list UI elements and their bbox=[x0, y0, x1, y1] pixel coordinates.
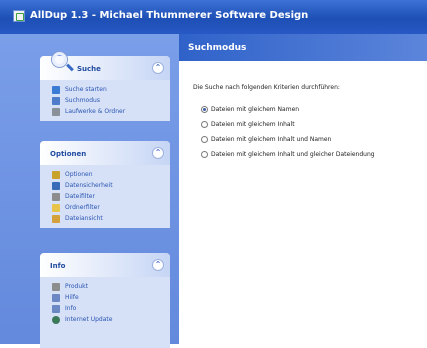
sidebar-item-dateifilter[interactable]: Dateifilter bbox=[52, 191, 170, 202]
sidebar-item-dateiansicht[interactable]: Dateiansicht bbox=[52, 213, 170, 224]
globe-icon bbox=[52, 315, 60, 324]
file-view-icon bbox=[52, 214, 60, 223]
group-header-suche[interactable]: Suche ⌃ bbox=[40, 52, 170, 80]
drive-icon bbox=[52, 107, 60, 116]
radio-icon[interactable] bbox=[201, 151, 208, 158]
group-header-optionen[interactable]: Optionen ⌃ bbox=[40, 141, 170, 165]
sidebar-item-internet-update[interactable]: Internet Update bbox=[52, 314, 170, 325]
radio-icon[interactable] bbox=[201, 106, 208, 113]
sidebar-item-hilfe[interactable]: Hilfe bbox=[52, 292, 170, 303]
security-icon bbox=[52, 181, 60, 190]
magnifier-icon bbox=[52, 52, 67, 67]
sidebar-item-label: Ordnerfilter bbox=[65, 204, 100, 211]
collapse-icon[interactable]: ⌃ bbox=[152, 62, 164, 74]
sidebar-item-laufwerke[interactable]: Laufwerke & Ordner bbox=[52, 106, 170, 117]
app-icon bbox=[13, 10, 25, 22]
sidebar-item-label: Laufwerke & Ordner bbox=[65, 108, 126, 115]
collapse-icon[interactable]: ⌃ bbox=[152, 259, 164, 271]
option-same-content[interactable]: Dateien mit gleichem Inhalt bbox=[201, 121, 295, 128]
intro-text: Die Suche nach folgenden Kriterien durch… bbox=[193, 84, 340, 91]
sidebar-item-label: Dateifilter bbox=[65, 193, 95, 200]
sidebar-item-label: Suchmodus bbox=[65, 97, 100, 104]
sidebar-item-label: Info bbox=[65, 305, 77, 312]
radio-icon[interactable] bbox=[201, 136, 208, 143]
sidebar-item-suche-starten[interactable]: Suche starten bbox=[52, 84, 170, 95]
sidebar: Suche ⌃ Suche starten Suchmodus Laufwerk… bbox=[0, 34, 179, 348]
play-icon bbox=[52, 85, 60, 94]
sidebar-item-label: Dateiansicht bbox=[65, 215, 103, 222]
options-icon bbox=[52, 170, 60, 179]
panel-title: Suchmodus bbox=[179, 34, 427, 61]
option-same-content-extension[interactable]: Dateien mit gleichem Inhalt und gleicher… bbox=[201, 151, 375, 158]
sidebar-item-datensicherheit[interactable]: Datensicherheit bbox=[52, 180, 170, 191]
sidebar-item-label: Datensicherheit bbox=[65, 182, 113, 189]
group-title: Suche bbox=[77, 65, 101, 73]
filter-icon bbox=[52, 192, 60, 201]
main-panel: Suchmodus Die Suche nach folgenden Krite… bbox=[179, 34, 427, 344]
group-suche: Suche ⌃ Suche starten Suchmodus Laufwerk… bbox=[40, 52, 170, 121]
sidebar-item-label: Hilfe bbox=[65, 294, 79, 301]
option-label: Dateien mit gleichem Namen bbox=[211, 106, 300, 113]
group-info: Info ⌃ Produkt Hilfe Info Internet Updat… bbox=[40, 253, 170, 348]
window-title: AllDup 1.3 - Michael Thummerer Software … bbox=[30, 10, 309, 21]
option-same-content-name[interactable]: Dateien mit gleichem Inhalt und Namen bbox=[201, 136, 331, 143]
sidebar-item-label: Optionen bbox=[65, 171, 93, 178]
sidebar-item-optionen[interactable]: Optionen bbox=[52, 169, 170, 180]
sidebar-item-label: Internet Update bbox=[65, 316, 113, 323]
group-title: Info bbox=[50, 262, 66, 270]
info-icon bbox=[52, 304, 60, 313]
sidebar-item-suchmodus[interactable]: Suchmodus bbox=[52, 95, 170, 106]
sidebar-item-produkt[interactable]: Produkt bbox=[52, 281, 170, 292]
product-icon bbox=[52, 282, 60, 291]
option-label: Dateien mit gleichem Inhalt bbox=[211, 121, 295, 128]
collapse-icon[interactable]: ⌃ bbox=[152, 147, 164, 159]
option-label: Dateien mit gleichem Inhalt und gleicher… bbox=[211, 151, 375, 158]
group-optionen: Optionen ⌃ Optionen Datensicherheit Date… bbox=[40, 141, 170, 228]
search-mode-icon bbox=[52, 96, 60, 105]
radio-icon[interactable] bbox=[201, 121, 208, 128]
option-label: Dateien mit gleichem Inhalt und Namen bbox=[211, 136, 332, 143]
folder-icon bbox=[52, 203, 60, 212]
title-bar: AllDup 1.3 - Michael Thummerer Software … bbox=[0, 0, 427, 34]
sidebar-item-label: Produkt bbox=[65, 283, 88, 290]
help-icon bbox=[52, 293, 60, 302]
sidebar-item-ordnerfilter[interactable]: Ordnerfilter bbox=[52, 202, 170, 213]
sidebar-item-info[interactable]: Info bbox=[52, 303, 170, 314]
option-same-name[interactable]: Dateien mit gleichem Namen bbox=[201, 106, 299, 113]
group-title: Optionen bbox=[50, 150, 87, 158]
sidebar-item-label: Suche starten bbox=[65, 86, 107, 93]
group-header-info[interactable]: Info ⌃ bbox=[40, 253, 170, 277]
